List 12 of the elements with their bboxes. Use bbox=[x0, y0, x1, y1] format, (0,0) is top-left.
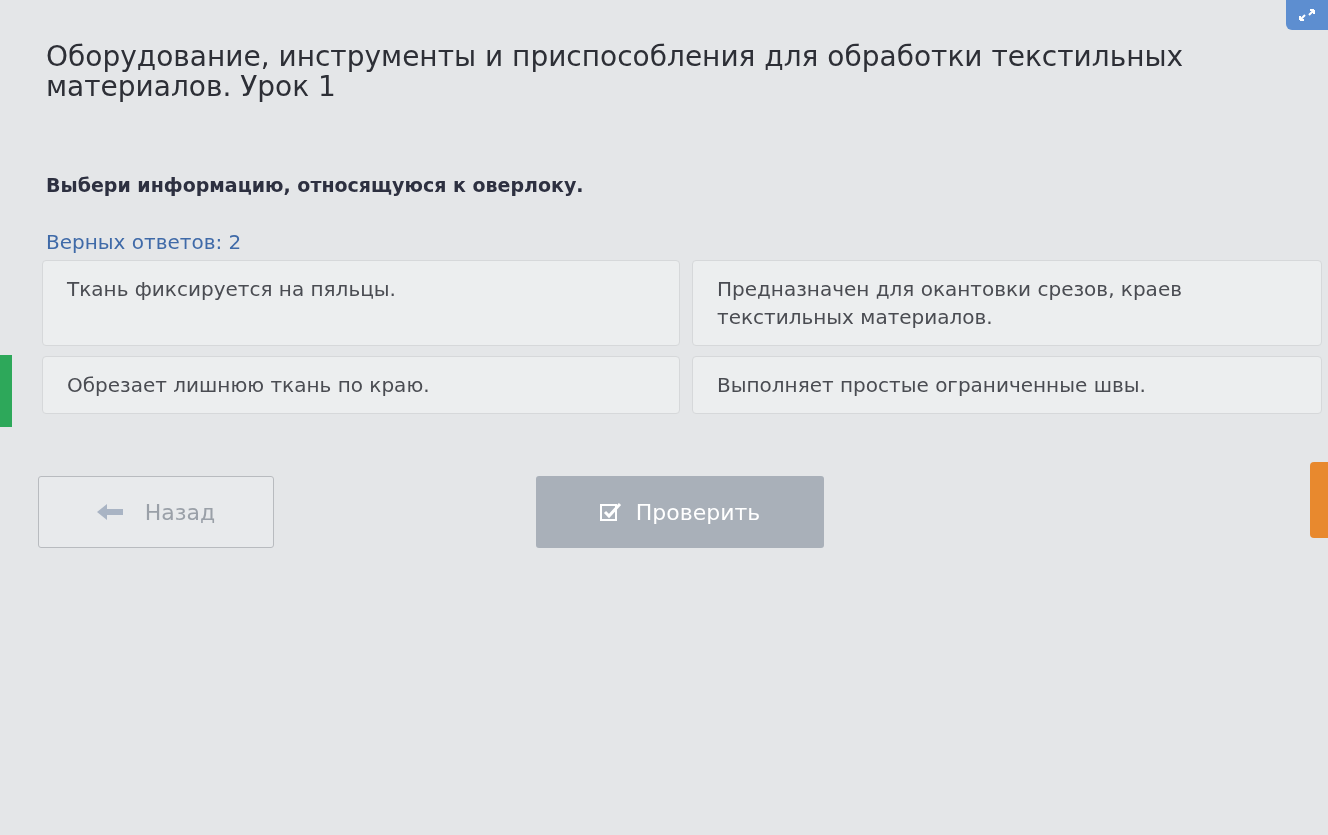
answer-option[interactable]: Предназначен для окантовки срезов, краев текстильных материалов. bbox=[692, 260, 1322, 346]
answer-option[interactable]: Ткань фиксируется на пяльцы. bbox=[42, 260, 680, 346]
arrow-left-icon bbox=[96, 504, 123, 520]
answer-option[interactable]: Выполняет простые ограниченные швы. bbox=[692, 356, 1322, 414]
lesson-title: Оборудование, инструменты и приспособления для обработки текстильных материалов. Урок 1 bbox=[46, 42, 1185, 102]
checkbox-icon bbox=[599, 502, 622, 522]
expand-icon bbox=[1298, 8, 1316, 22]
fullscreen-button[interactable] bbox=[1286, 0, 1328, 30]
side-marker bbox=[0, 355, 12, 427]
answer-option[interactable]: Обрезает лишнюю ткань по краю. bbox=[42, 356, 680, 414]
question-text: Выбери информацию, относящуюся к оверлоку. bbox=[46, 174, 585, 196]
answers-count: Верных ответов: 2 bbox=[46, 230, 243, 254]
